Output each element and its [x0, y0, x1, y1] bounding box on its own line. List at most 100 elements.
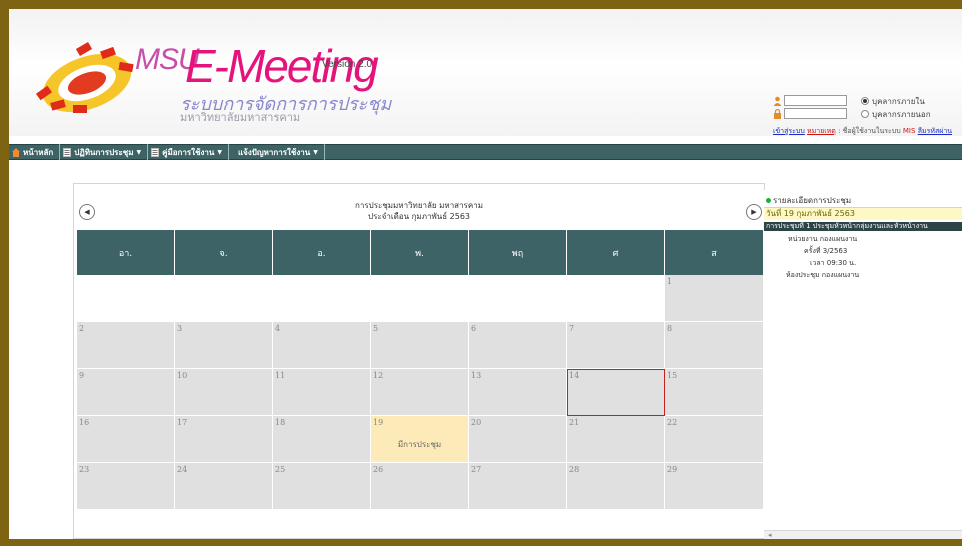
calendar-day-cell: [371, 275, 469, 322]
note-label: หมายเหตุ: [807, 127, 836, 135]
calendar-day-with-meeting[interactable]: 19 มีการประชุม: [371, 416, 469, 463]
calendar-day-cell[interactable]: 11: [273, 369, 371, 416]
calendar-week-row: 23 24 25 26 27 28 29: [77, 463, 763, 510]
login-link[interactable]: เข้าสู่ระบบ: [773, 127, 805, 135]
meeting-calendar: ◀ การประชุมมหาวิทยาลัย มหาสารคาม ประจำเด…: [73, 183, 765, 539]
calendar-icon: [63, 147, 72, 157]
lock-icon: [774, 109, 781, 119]
next-month-button[interactable]: ▶: [746, 204, 762, 220]
green-dot-icon: [766, 198, 771, 203]
calendar-day-cell[interactable]: 24: [175, 463, 273, 510]
book-icon: [151, 147, 160, 157]
day-number: 20: [471, 418, 482, 427]
calendar-day-cell[interactable]: 12: [371, 369, 469, 416]
main-navbar: หน้าหลัก ปฏิทินการประชุม ▼ คู่มือการใช้ง…: [9, 144, 962, 160]
calendar-day-cell: [469, 275, 567, 322]
calendar-day-cell[interactable]: 17: [175, 416, 273, 463]
meeting-room: ห้องประชุม กองแผนงาน: [786, 271, 860, 279]
calendar-grid: อา. จ. อ. พ. พฤ ศ ส 1 2 3 4 5 6 7 8 9 10 11 12 13 14 1…: [77, 230, 763, 510]
calendar-title-line1: การประชุมมหาวิทยาลัย มหาสารคาม: [355, 201, 483, 210]
calendar-day-cell[interactable]: 22: [665, 416, 763, 463]
day-number: 12: [373, 371, 384, 380]
day-number: 21: [569, 418, 580, 427]
day-number: 27: [471, 465, 482, 474]
radio-internal-label: บุคลากรภายใน: [872, 97, 925, 106]
login-row-password: บุคลากรภายนอก: [773, 108, 962, 121]
day-number: 14: [569, 371, 580, 380]
username-input[interactable]: [784, 95, 847, 106]
weekday-header: พ.: [371, 230, 469, 275]
day-number: 19: [373, 418, 384, 427]
day-number: 10: [177, 371, 188, 380]
weekday-header: อ.: [273, 230, 371, 275]
nav-report-label: แจ้งปัญหาการใช้งาน: [237, 147, 311, 157]
day-number: 1: [667, 277, 673, 286]
day-number: 13: [471, 371, 482, 380]
note-mis: MIS: [902, 127, 916, 135]
meeting-session: ครั้งที่ 3/2563: [804, 247, 848, 255]
calendar-day-cell[interactable]: 7: [567, 322, 665, 369]
calendar-day-cell[interactable]: 16: [77, 416, 175, 463]
calendar-day-cell[interactable]: 6: [469, 322, 567, 369]
calendar-day-cell[interactable]: 15: [665, 369, 763, 416]
radio-internal[interactable]: [861, 97, 869, 105]
day-number: 17: [177, 418, 188, 427]
nav-home-label: หน้าหลัก: [23, 147, 54, 157]
calendar-day-cell[interactable]: 27: [469, 463, 567, 510]
calendar-day-cell[interactable]: 28: [567, 463, 665, 510]
chevron-down-icon: ▼: [136, 148, 142, 156]
day-number: 2: [79, 324, 85, 333]
calendar-day-cell[interactable]: 21: [567, 416, 665, 463]
calendar-day-today[interactable]: 14: [567, 369, 665, 416]
meeting-unit: หน่วยงาน กองแผนงาน: [788, 235, 858, 243]
day-number: 3: [177, 324, 183, 333]
meeting-title-bar[interactable]: การประชุมที่ 1 ประชุมหัวหน้ากลุ่มงานและห…: [764, 222, 962, 231]
weekday-header: อา.: [77, 230, 175, 275]
calendar-day-cell[interactable]: 20: [469, 416, 567, 463]
calendar-day-cell[interactable]: 18: [273, 416, 371, 463]
nav-report-problem[interactable]: แจ้งปัญหาการใช้งาน ▼: [229, 144, 325, 160]
day-number: 11: [275, 371, 286, 380]
nav-manual[interactable]: คู่มือการใช้งาน ▼: [148, 144, 229, 160]
day-number: 16: [79, 418, 90, 427]
nav-manual-label: คู่มือการใช้งาน: [162, 147, 215, 157]
calendar-day-cell[interactable]: 1: [665, 275, 763, 322]
calendar-day-cell[interactable]: 25: [273, 463, 371, 510]
day-number: 9: [79, 371, 85, 380]
calendar-day-cell[interactable]: 29: [665, 463, 763, 510]
calendar-day-cell[interactable]: 3: [175, 322, 273, 369]
calendar-day-cell[interactable]: 4: [273, 322, 371, 369]
user-icon: [773, 96, 782, 106]
calendar-title: การประชุมมหาวิทยาลัย มหาสารคาม ประจำเดือ…: [74, 200, 764, 222]
day-number: 6: [471, 324, 477, 333]
header-banner: MSU E-Meeting Version 2.0 ระบบการจัดการก…: [9, 9, 962, 136]
day-number: 18: [275, 418, 286, 427]
calendar-day-cell: [567, 275, 665, 322]
nav-calendar[interactable]: ปฏิทินการประชุม ▼: [60, 144, 149, 160]
calendar-day-cell[interactable]: 23: [77, 463, 175, 510]
next-arrow-icon: ▶: [751, 208, 757, 216]
calendar-day-cell[interactable]: 8: [665, 322, 763, 369]
calendar-title-line2: ประจำเดือน กุมภาพันธ์ 2563: [367, 212, 470, 221]
calendar-day-cell[interactable]: 2: [77, 322, 175, 369]
calendar-day-cell[interactable]: 5: [371, 322, 469, 369]
calendar-day-cell[interactable]: 13: [469, 369, 567, 416]
meeting-indicator[interactable]: มีการประชุม: [371, 438, 468, 451]
calendar-day-cell[interactable]: 9: [77, 369, 175, 416]
day-number: 25: [275, 465, 286, 474]
calendar-day-cell[interactable]: 26: [371, 463, 469, 510]
meeting-detail-panel: รายละเอียดการประชุม วันที่ 19 กุมภาพันธ์…: [764, 190, 962, 539]
day-number: 4: [275, 324, 281, 333]
weekday-header: พฤ: [469, 230, 567, 275]
day-number: 24: [177, 465, 188, 474]
day-number: 26: [373, 465, 384, 474]
calendar-day-cell[interactable]: 10: [175, 369, 273, 416]
forgot-password-link[interactable]: ลืมรหัสผ่าน: [918, 127, 952, 135]
weekday-header: ศ: [567, 230, 665, 275]
weekday-header-row: อา. จ. อ. พ. พฤ ศ ส: [77, 230, 763, 275]
password-input[interactable]: [784, 108, 847, 119]
radio-external[interactable]: [861, 110, 869, 118]
university-name: มหาวิทยาลัยมหาสารคาม: [180, 112, 301, 124]
detail-scrollbar[interactable]: ◂: [764, 530, 962, 539]
nav-home[interactable]: หน้าหลัก: [9, 144, 61, 160]
